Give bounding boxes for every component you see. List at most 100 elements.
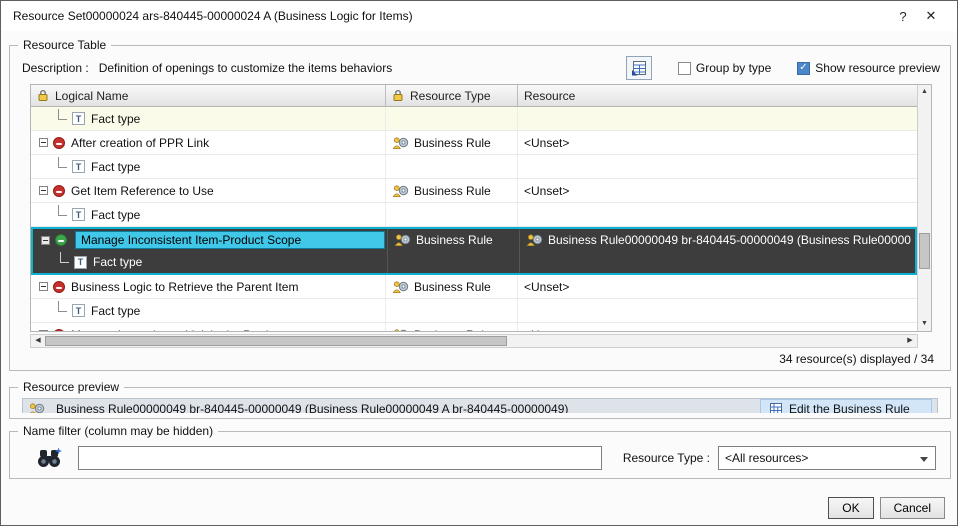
resource-preview-group-label: Resource preview: [18, 380, 125, 394]
resource-table: Logical Name Resource Type Resource T Fa…: [30, 84, 932, 332]
table-body: Logical Name Resource Type Resource T Fa…: [31, 85, 917, 331]
help-button[interactable]: ?: [889, 9, 917, 24]
row-resource-type: Business Rule: [414, 279, 491, 294]
table-row[interactable]: T Fact type: [31, 107, 917, 131]
group-by-type-checkbox[interactable]: [677, 61, 691, 75]
row-logical-name: Manage Inconsistent Link in the Product: [71, 328, 284, 332]
scroll-up-icon[interactable]: ▲: [918, 85, 931, 99]
resource-table-group-label: Resource Table: [18, 38, 112, 52]
row-resource: <Unset>: [524, 135, 570, 150]
column-header-resource[interactable]: Resource: [518, 85, 917, 106]
collapse-toggle-icon[interactable]: [39, 186, 48, 195]
row-resource-type: Business Rule: [414, 183, 491, 198]
tree-branch-icon: [60, 252, 69, 263]
show-resource-preview-label: Show resource preview: [815, 61, 940, 75]
name-filter-group: Name filter (column may be hidden) Resou…: [9, 424, 951, 479]
column-header-logical-name[interactable]: Logical Name: [31, 85, 386, 106]
business-rule-icon: [394, 233, 411, 247]
row-resource-type: Business Rule: [416, 233, 493, 247]
rule-status-icon: [55, 234, 67, 246]
rule-status-icon: [53, 328, 65, 331]
table-header-row: Logical Name Resource Type Resource: [31, 85, 917, 107]
lock-icon: [392, 89, 404, 102]
business-rule-icon: [526, 233, 543, 247]
table-row[interactable]: T Fact type: [31, 203, 917, 227]
resource-preview-group: Resource preview Business Rule00000049 b…: [9, 380, 951, 419]
row-resource-type: Business Rule: [414, 328, 491, 332]
table-row[interactable]: Business Logic to Retrieve the Parent It…: [31, 275, 917, 299]
fact-type-icon: T: [72, 112, 85, 125]
fact-type-icon: T: [74, 255, 87, 269]
business-rule-icon: [28, 402, 45, 413]
rule-status-icon: [53, 280, 65, 293]
vertical-scrollbar-thumb[interactable]: [919, 233, 930, 269]
row-logical-name: Fact type: [91, 303, 141, 318]
row-logical-name: Business Logic to Retrieve the Parent It…: [71, 279, 299, 294]
export-table-button[interactable]: [625, 56, 652, 80]
resource-type-dropdown[interactable]: <All resources>: [718, 446, 936, 470]
row-resource: <Unset>: [524, 183, 570, 198]
show-resource-preview-checkbox[interactable]: [797, 61, 811, 75]
business-rule-icon: [392, 328, 409, 332]
tree-branch-icon: [58, 300, 67, 312]
close-button[interactable]: ✕: [917, 8, 945, 24]
name-filter-input[interactable]: [78, 446, 602, 470]
table-row[interactable]: Manage Inconsistent Link in the Product …: [31, 323, 917, 331]
grid-icon: [769, 402, 783, 413]
fact-type-icon: T: [72, 208, 85, 221]
table-row[interactable]: T Fact type: [31, 155, 917, 179]
row-logical-name: Fact type: [91, 111, 141, 126]
scroll-left-icon[interactable]: ◀: [31, 335, 45, 347]
table-row[interactable]: Get Item Reference to Use Business Rule …: [31, 179, 917, 203]
table-row-selected[interactable]: Manage Inconsistent Item-Product Scope B…: [33, 229, 915, 251]
horizontal-scrollbar[interactable]: ◀ ▶: [30, 334, 918, 348]
collapse-toggle-icon[interactable]: [41, 235, 50, 245]
export-table-icon: [631, 60, 647, 76]
vertical-scrollbar[interactable]: ▲ ▼: [917, 85, 931, 331]
edit-business-rule-button[interactable]: Edit the Business Rule: [760, 399, 932, 413]
dialog-footer: OK Cancel: [828, 497, 945, 519]
rule-status-icon: [53, 184, 65, 197]
business-rule-icon: [392, 280, 409, 294]
scroll-down-icon[interactable]: ▼: [918, 317, 931, 331]
lock-icon: [37, 89, 49, 102]
partial-row-clip: Manage Inconsistent Link in the Product …: [31, 323, 917, 331]
resource-count-status: 34 resource(s) displayed / 34: [779, 352, 934, 366]
tree-branch-icon: [58, 108, 67, 120]
resource-set-dialog: Resource Set00000024 ars-840445-00000024…: [0, 0, 958, 526]
table-row[interactable]: T Fact type: [31, 299, 917, 323]
row-logical-name: After creation of PPR Link: [71, 135, 210, 150]
column-header-label: Resource Type: [410, 88, 491, 103]
horizontal-scrollbar-thumb[interactable]: [45, 336, 507, 346]
collapse-toggle-icon[interactable]: [39, 330, 48, 331]
cancel-button[interactable]: Cancel: [879, 497, 945, 519]
row-logical-name: Fact type: [91, 207, 141, 222]
table-row[interactable]: After creation of PPR Link Business Rule…: [31, 131, 917, 155]
rule-status-icon: [53, 136, 65, 149]
edit-business-rule-label: Edit the Business Rule: [789, 402, 910, 413]
collapse-toggle-icon[interactable]: [39, 282, 48, 291]
group-by-type-label: Group by type: [695, 61, 772, 75]
title-bar: Resource Set00000024 ars-840445-00000024…: [1, 1, 957, 31]
scroll-right-icon[interactable]: ▶: [903, 335, 917, 347]
business-rule-icon: [392, 136, 409, 150]
group-by-type-option[interactable]: Group by type: [677, 61, 772, 75]
chevron-down-icon: [920, 457, 928, 462]
ok-button[interactable]: OK: [828, 497, 874, 519]
collapse-toggle-icon[interactable]: [39, 138, 48, 147]
resource-preview-item[interactable]: Business Rule00000049 br-840445-00000049…: [22, 398, 938, 413]
column-header-resource-type[interactable]: Resource Type: [386, 85, 518, 106]
fact-type-icon: T: [72, 160, 85, 173]
row-logical-name: Fact type: [93, 255, 143, 269]
selected-row-block: Manage Inconsistent Item-Product Scope B…: [31, 227, 917, 275]
row-logical-name: Get Item Reference to Use: [71, 183, 214, 198]
resource-preview-clip: Business Rule00000049 br-840445-00000049…: [22, 398, 938, 413]
table-row-selected[interactable]: T Fact type: [33, 251, 915, 273]
fact-type-icon: T: [72, 304, 85, 317]
tree-branch-icon: [58, 204, 67, 216]
tree-branch-icon: [58, 156, 67, 168]
row-logical-name-editing[interactable]: Manage Inconsistent Item-Product Scope: [75, 231, 385, 249]
row-resource: <Unset>: [524, 279, 570, 294]
dialog-title: Resource Set00000024 ars-840445-00000024…: [13, 9, 413, 23]
show-resource-preview-option[interactable]: Show resource preview: [797, 61, 940, 75]
